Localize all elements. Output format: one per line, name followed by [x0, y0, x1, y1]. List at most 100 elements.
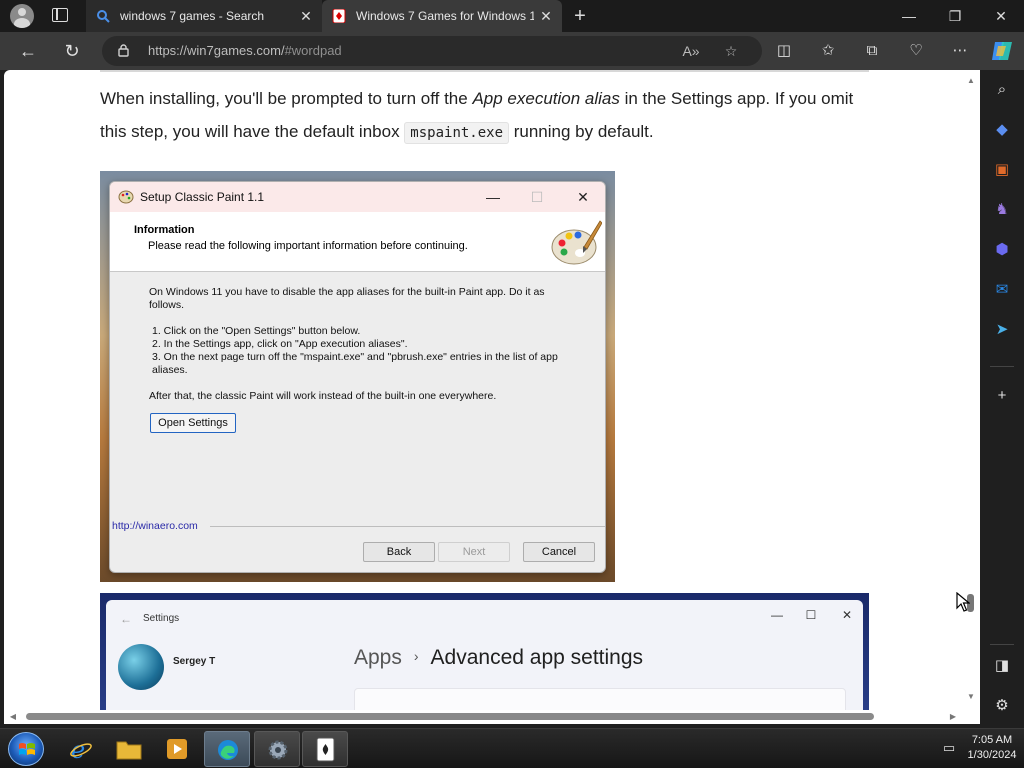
- scroll-up-arrow-icon[interactable]: ▲: [966, 76, 976, 86]
- shopping-tag-icon[interactable]: ◆: [992, 120, 1012, 140]
- address-bar[interactable]: https://win7games.com/#wordpad A» ☆: [102, 36, 762, 66]
- edge-taskbar-icon[interactable]: [204, 731, 250, 767]
- tab-win7games[interactable]: Windows 7 Games for Windows 11 and Windo…: [322, 0, 562, 32]
- close-tab-icon[interactable]: ✕: [298, 0, 314, 32]
- tab-actions-icon[interactable]: [52, 8, 68, 22]
- settings-screenshot: ← Settings — ☐ ✕ Sergey T Apps › Advanced …: [100, 593, 869, 724]
- open-settings-button[interactable]: Open Settings: [150, 413, 236, 433]
- tab-search[interactable]: windows 7 games - Search ✕: [86, 0, 322, 32]
- browser-essentials-icon[interactable]: ♡: [906, 41, 926, 61]
- edge-sidebar: ⌕ ◆ ▣ ♞ ⬢ ✉ ➤ + ◨ ⚙: [980, 70, 1024, 724]
- cancel-button[interactable]: Cancel: [523, 542, 595, 562]
- dialog-step: 2. In the Settings app, click on "App ex…: [152, 338, 408, 350]
- dialog-minimize-button[interactable]: —: [478, 182, 508, 212]
- paint-palette-icon: [118, 190, 134, 204]
- vertical-scrollbar[interactable]: ▲ ▼: [962, 70, 980, 710]
- horizontal-scroll-thumb[interactable]: [26, 713, 874, 720]
- content-top-edge: [100, 70, 869, 72]
- action-center-icon[interactable]: ▭: [940, 739, 958, 757]
- dialog-step: 1. Click on the "Open Settings" button b…: [152, 325, 361, 337]
- setup-dialog: Setup Classic Paint 1.1 — ☐ ✕ Informatio…: [109, 181, 606, 573]
- close-tab-icon[interactable]: ✕: [538, 0, 554, 32]
- browser-tab-bar: windows 7 games - Search ✕ Windows 7 Gam…: [0, 0, 1024, 32]
- user-name: Sergey T: [173, 656, 216, 667]
- svg-text:e: e: [71, 737, 85, 761]
- add-app-icon[interactable]: +: [992, 386, 1012, 406]
- read-aloud-icon[interactable]: A»: [682, 42, 700, 60]
- settings-breadcrumb: Apps › Advanced app settings: [354, 646, 643, 670]
- dialog-header-subtitle: Please read the following important info…: [148, 240, 468, 252]
- lock-icon[interactable]: [118, 44, 129, 57]
- settings-title: Settings: [143, 613, 180, 624]
- url-fragment: #wordpad: [284, 43, 342, 58]
- taskbar-clock[interactable]: 7:05 AM 1/30/2024: [962, 733, 1022, 763]
- back-button[interactable]: Back: [363, 542, 435, 562]
- dialog-body-text: After that, the classic Paint will work …: [149, 390, 497, 402]
- settings-minimize-icon: —: [771, 608, 783, 622]
- para-text: running by default.: [509, 122, 654, 141]
- clock-time: 7:05 AM: [971, 734, 1013, 746]
- url-text[interactable]: https://win7games.com/#wordpad: [148, 36, 342, 66]
- outlook-icon[interactable]: ✉: [992, 280, 1012, 300]
- favorite-star-icon[interactable]: ☆: [722, 42, 740, 60]
- ie-icon: e: [70, 737, 92, 761]
- horizontal-scrollbar[interactable]: ◀ ▶: [4, 710, 962, 724]
- gear-icon: [268, 740, 288, 760]
- drop-send-icon[interactable]: ➤: [992, 320, 1012, 340]
- search-icon[interactable]: ⌕: [992, 80, 1012, 100]
- solitaire-card-icon: [332, 9, 346, 23]
- games-chess-icon[interactable]: ♞: [992, 200, 1012, 220]
- scroll-left-arrow-icon[interactable]: ◀: [8, 712, 18, 722]
- refresh-icon[interactable]: ↻: [56, 32, 88, 70]
- copilot-icon[interactable]: [990, 40, 1014, 62]
- winaero-link[interactable]: http://winaero.com: [112, 520, 198, 532]
- media-player-taskbar-icon[interactable]: [154, 731, 200, 767]
- settings-close-icon: ✕: [841, 608, 853, 622]
- settings-window: ← Settings — ☐ ✕ Sergey T Apps › Advanced …: [106, 600, 863, 724]
- internet-explorer-taskbar-icon[interactable]: e: [58, 731, 104, 767]
- dialog-steps: 1. Click on the "Open Settings" button b…: [149, 325, 569, 377]
- mouse-cursor-icon: [956, 592, 970, 612]
- start-button[interactable]: [8, 732, 44, 766]
- favorites-icon[interactable]: ✩: [818, 41, 838, 61]
- clock-date: 1/30/2024: [967, 749, 1017, 761]
- solitaire-taskbar-icon[interactable]: [302, 731, 348, 767]
- dialog-body-text: On Windows 11 you have to disable the ap…: [149, 286, 545, 311]
- media-play-icon: [167, 739, 187, 759]
- scroll-down-arrow-icon[interactable]: ▼: [966, 692, 976, 702]
- next-button[interactable]: Next: [438, 542, 510, 562]
- paint-palette-brush-icon: [551, 220, 602, 265]
- settings-taskbar-icon[interactable]: [254, 731, 300, 767]
- browser-toolbar: ← ↻ https://win7games.com/#wordpad A» ☆ …: [0, 32, 1024, 70]
- url-host: https://win7games.com/: [148, 43, 285, 58]
- new-tab-button[interactable]: +: [570, 0, 590, 32]
- close-window-button[interactable]: ✕: [978, 0, 1024, 32]
- back-arrow-icon[interactable]: ←: [12, 32, 44, 70]
- dialog-title: Setup Classic Paint 1.1: [140, 190, 265, 204]
- back-arrow-icon: ←: [120, 612, 132, 626]
- scroll-right-arrow-icon[interactable]: ▶: [948, 712, 958, 722]
- collections-icon[interactable]: ⧉: [862, 41, 882, 61]
- dialog-header-title: Information: [134, 224, 195, 236]
- settings-more-icon[interactable]: ⋯: [950, 41, 970, 61]
- setup-dialog-screenshot: Setup Classic Paint 1.1 — ☐ ✕ Informatio…: [100, 171, 615, 582]
- microsoft-365-icon[interactable]: ⬢: [992, 240, 1012, 260]
- dialog-maximize-button[interactable]: ☐: [522, 182, 552, 212]
- split-screen-icon[interactable]: ◫: [774, 41, 794, 61]
- tools-briefcase-icon[interactable]: ▣: [992, 160, 1012, 180]
- folder-icon: [116, 741, 142, 760]
- breadcrumb-parent: Apps: [354, 646, 402, 669]
- playing-card-icon: [316, 737, 335, 762]
- edge-icon: [218, 740, 238, 760]
- profile-avatar-icon[interactable]: [10, 4, 34, 28]
- sidebar-separator: [990, 644, 1014, 645]
- restore-button[interactable]: ❐: [932, 0, 978, 32]
- minimize-button[interactable]: —: [886, 0, 932, 32]
- hide-sidebar-icon[interactable]: ◨: [992, 656, 1012, 676]
- file-explorer-taskbar-icon[interactable]: [106, 731, 152, 767]
- gear-icon[interactable]: ⚙: [992, 696, 1012, 716]
- dialog-step: 3. On the next page turn off the "mspain…: [152, 351, 558, 376]
- dialog-close-button[interactable]: ✕: [568, 182, 598, 212]
- tab-title: windows 7 games - Search: [120, 9, 265, 23]
- inline-code: mspaint.exe: [404, 122, 510, 144]
